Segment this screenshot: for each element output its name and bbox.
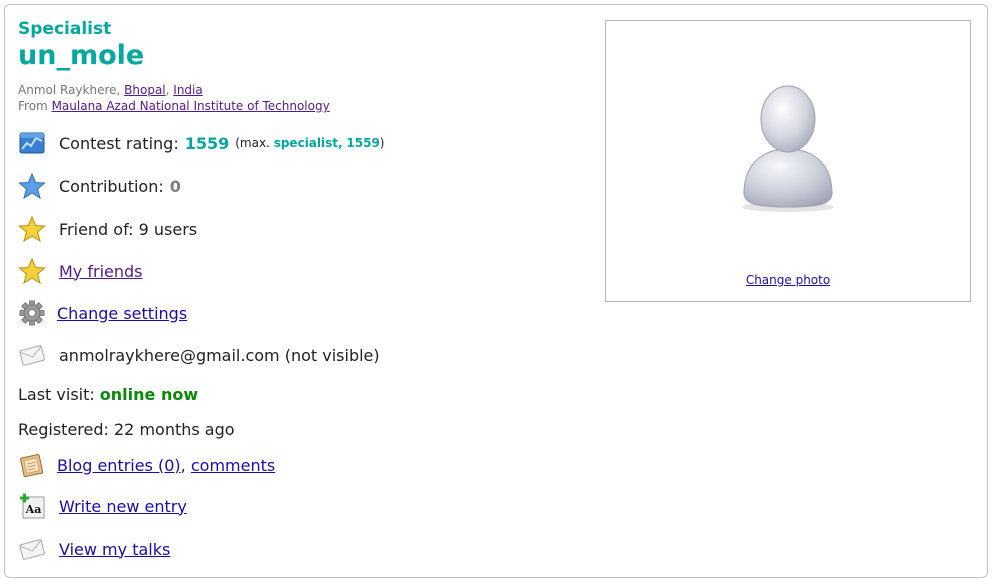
user-photo-box: Change photo: [605, 20, 971, 302]
city-link[interactable]: Bhopal: [124, 83, 165, 97]
write-entry-row: Aa Write new entry: [18, 493, 187, 519]
rating-label: Contest rating:: [59, 133, 179, 153]
rating-graph-icon: [18, 129, 46, 157]
max-suffix: ): [379, 136, 385, 150]
registered-row: Registered: 22 months ago: [18, 416, 235, 442]
user-rank: Specialist: [18, 19, 112, 39]
contribution-label: Contribution:: [59, 176, 164, 196]
envelope-icon: [18, 341, 46, 369]
rating-max: (max. specialist, 1559): [235, 136, 384, 150]
comments-link[interactable]: comments: [191, 456, 275, 475]
registered-text: Registered: 22 months ago: [18, 419, 235, 439]
friend-of-row: Friend of: 9 users: [18, 215, 198, 243]
blue-star-icon: [18, 172, 46, 200]
view-talks-link[interactable]: View my talks: [59, 540, 170, 559]
contest-rating-row: Contest rating: 1559 (max. specialist, 1…: [18, 130, 384, 156]
star-icon: [18, 215, 46, 243]
max-value: 1559: [346, 136, 380, 150]
change-settings-link[interactable]: Change settings: [57, 304, 187, 323]
blog-separator: ,: [180, 455, 186, 475]
user-name: Anmol Raykhere: [18, 83, 117, 97]
last-visit-label: Last visit:: [18, 384, 95, 404]
rating-value: 1559: [184, 133, 230, 153]
email-row: anmolraykhere@gmail.com (not visible): [18, 342, 380, 368]
blog-entries-row: Blog entries (0), comments: [18, 452, 275, 478]
blog-entries-link[interactable]: Blog entries (0): [57, 456, 181, 475]
contribution-value: 0: [169, 176, 181, 196]
change-settings-row: Change settings: [18, 300, 187, 326]
user-organization: From Maulana Azad National Institute of …: [18, 99, 330, 113]
user-handle: un_mole: [18, 40, 145, 71]
my-friends-link[interactable]: My friends: [59, 262, 143, 281]
avatar-placeholder-icon: [742, 85, 834, 212]
blog-icon: [18, 451, 46, 479]
write-entry-icon: Aa: [18, 492, 46, 520]
write-new-entry-link[interactable]: Write new entry: [59, 497, 187, 516]
user-location: Anmol Raykhere, Bhopal, India: [18, 83, 203, 97]
contribution-row: Contribution: 0: [18, 172, 181, 200]
max-rank: specialist,: [273, 136, 343, 150]
view-talks-row: View my talks: [18, 536, 170, 562]
friend-of-text: Friend of: 9 users: [59, 219, 198, 239]
svg-text:Aa: Aa: [25, 503, 42, 516]
from-label: From: [18, 99, 48, 113]
star-icon: [18, 257, 46, 285]
envelope-icon: [18, 535, 46, 563]
country-link[interactable]: India: [173, 83, 202, 97]
email-text: anmolraykhere@gmail.com (not visible): [59, 345, 380, 365]
gear-icon: [18, 299, 46, 327]
last-visit-row: Last visit: online now: [18, 381, 198, 407]
max-prefix: (max.: [235, 136, 270, 150]
online-status: online now: [99, 384, 199, 404]
change-photo-link[interactable]: Change photo: [606, 273, 970, 287]
my-friends-row: My friends: [18, 257, 143, 285]
organization-link[interactable]: Maulana Azad National Institute of Techn…: [52, 99, 330, 113]
